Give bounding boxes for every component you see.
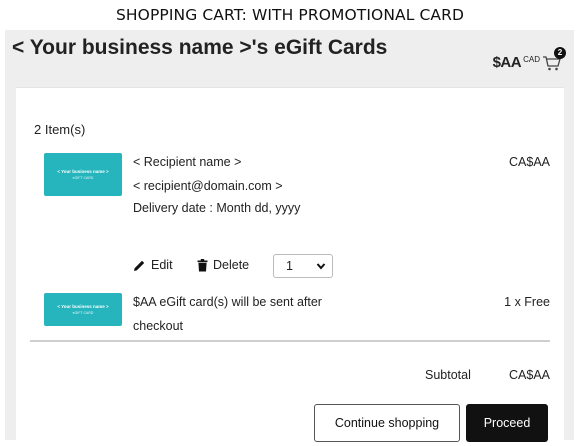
cart-panel: 2 Item(s) < Your business name > eGIFT C… xyxy=(16,87,564,442)
subtotal-value: CA$AA xyxy=(509,368,550,382)
delete-button[interactable]: Delete xyxy=(197,258,249,272)
cart-count-badge: 2 xyxy=(554,46,566,59)
gift-card-thumbnail: < Your business name > eGIFT CARD xyxy=(44,153,122,196)
edit-label: Edit xyxy=(151,258,173,272)
promo-price: 1 x Free xyxy=(504,295,550,309)
cart-summary[interactable]: $AA CAD 2 xyxy=(492,46,566,71)
delivery-date: Delivery date : Month dd, yyyy xyxy=(133,201,301,215)
chevron-down-icon xyxy=(316,263,326,270)
recipient-name: < Recipient name > xyxy=(133,155,242,169)
promo-card-message: $AA eGift card(s) will be sent after xyxy=(133,295,322,309)
cart-currency: CAD xyxy=(523,55,540,64)
store-title: < Your business name >'s eGift Cards xyxy=(12,36,388,59)
delete-label: Delete xyxy=(213,258,250,272)
card-thumbnail-title: < Your business name > xyxy=(57,304,109,309)
subtotal-label: Subtotal xyxy=(425,368,471,382)
card-thumbnail-subtitle: eGIFT CARD xyxy=(72,176,94,180)
item-price: CA$AA xyxy=(509,155,550,169)
gift-card-thumbnail: < Your business name > eGIFT CARD xyxy=(44,293,122,326)
cart-amount: $AA xyxy=(492,54,522,71)
edit-button[interactable]: Edit xyxy=(133,258,173,272)
item-count: 2 Item(s) xyxy=(34,122,86,137)
page-caption: SHOPPING CART: WITH PROMOTIONAL CARD xyxy=(115,6,465,24)
continue-shopping-button[interactable]: Continue shopping xyxy=(314,404,460,442)
proceed-button[interactable]: Proceed xyxy=(466,404,548,442)
promo-card-message-cont: checkout xyxy=(133,319,184,333)
card-thumbnail-title: < Your business name > xyxy=(57,169,109,174)
cart-icon[interactable]: 2 xyxy=(542,46,566,71)
cart-window: < Your business name >'s eGift Cards $AA… xyxy=(5,30,574,442)
pencil-icon xyxy=(134,260,145,271)
card-thumbnail-subtitle: eGIFT CARD xyxy=(72,311,94,315)
divider xyxy=(30,340,550,342)
trash-icon xyxy=(197,258,208,271)
quantity-value: 1 xyxy=(286,259,293,273)
recipient-email: < recipient@domain.com > xyxy=(133,179,283,193)
quantity-select[interactable]: 1 xyxy=(273,254,333,278)
